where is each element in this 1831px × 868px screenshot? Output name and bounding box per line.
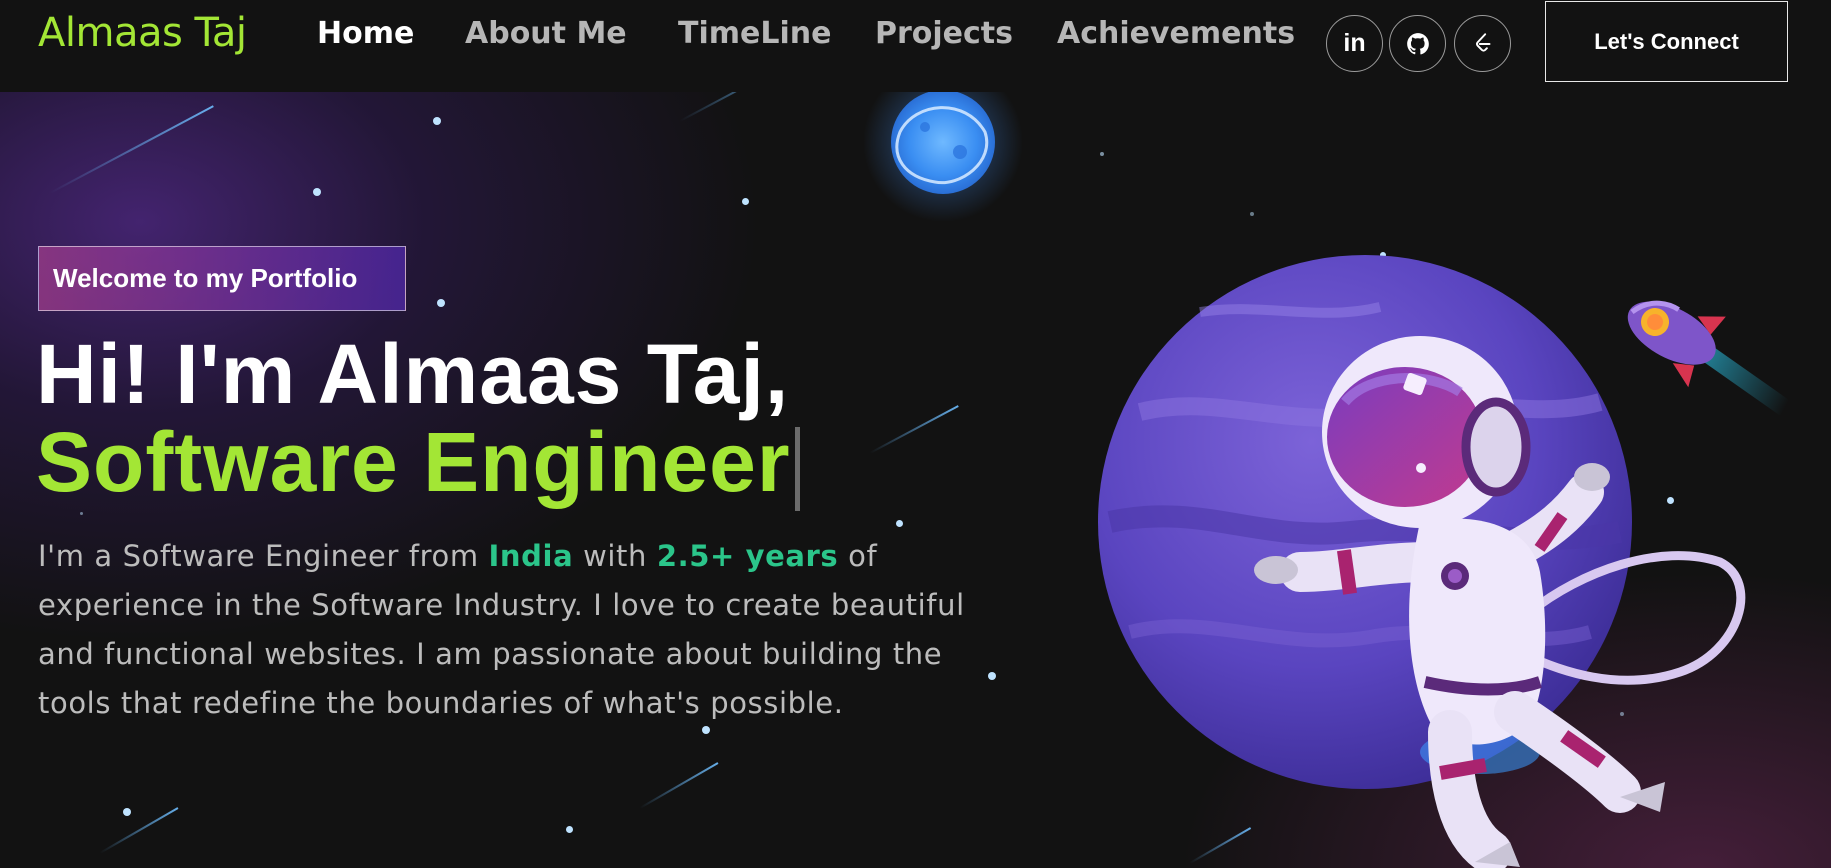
shooting-star-decoration <box>869 405 959 454</box>
star-decoration <box>988 672 996 680</box>
astronaut-icon <box>1254 336 1665 868</box>
star-decoration <box>1620 712 1624 716</box>
leetcode-button[interactable] <box>1454 15 1511 72</box>
greeting-text: Hi! I'm Almaas Taj, <box>36 327 790 421</box>
shooting-star-decoration <box>639 762 719 809</box>
moon-icon <box>863 92 1023 222</box>
star-decoration <box>896 520 903 527</box>
nav-link-about-me[interactable]: About Me <box>465 16 627 51</box>
intro-text: with <box>573 539 657 573</box>
typing-cursor <box>794 426 800 511</box>
lets-connect-button[interactable]: Let's Connect <box>1545 1 1788 82</box>
shooting-star-decoration <box>99 807 179 854</box>
intro-text: I'm a Software Engineer from <box>38 539 489 573</box>
github-button[interactable] <box>1389 15 1446 72</box>
star-decoration <box>742 198 749 205</box>
hero-section: Welcome to my Portfolio Hi! I'm Almaas T… <box>0 92 1831 868</box>
nav-link-projects[interactable]: Projects <box>875 16 1013 51</box>
role-text: Software Engineer <box>36 415 791 509</box>
shooting-star-decoration <box>49 105 214 194</box>
planet-icon <box>1098 255 1632 789</box>
star-decoration <box>566 826 573 833</box>
nav-link-achievements[interactable]: Achievements <box>1057 16 1295 51</box>
welcome-tag: Welcome to my Portfolio <box>38 246 406 311</box>
star-decoration <box>1380 252 1386 258</box>
star-decoration <box>1100 152 1104 156</box>
linkedin-button[interactable]: in <box>1326 15 1383 72</box>
top-navbar: Almaas Taj Home About Me TimeLine Projec… <box>0 0 1831 92</box>
star-decoration <box>313 188 321 196</box>
shooting-star-decoration <box>1189 827 1252 864</box>
star-decoration <box>437 299 445 307</box>
nav-link-timeline[interactable]: TimeLine <box>678 16 831 51</box>
rocket-icon <box>1627 300 1794 418</box>
linkedin-icon: in <box>1343 29 1366 57</box>
nav-link-home[interactable]: Home <box>317 16 414 51</box>
intro-paragraph: I'm a Software Engineer from India with … <box>38 532 978 728</box>
github-icon <box>1406 32 1429 54</box>
star-decoration <box>80 512 83 515</box>
brand-logo[interactable]: Almaas Taj <box>38 10 247 56</box>
star-decoration <box>1250 212 1254 216</box>
star-decoration <box>433 117 441 125</box>
star-decoration <box>1667 497 1674 504</box>
country-highlight: India <box>488 539 574 573</box>
shooting-star-decoration <box>679 92 743 122</box>
leetcode-icon <box>1475 32 1490 52</box>
star-decoration <box>123 808 131 816</box>
hero-headline: Hi! I'm Almaas Taj, Software Engineer <box>36 330 800 511</box>
experience-highlight: 2.5+ years <box>656 539 839 573</box>
